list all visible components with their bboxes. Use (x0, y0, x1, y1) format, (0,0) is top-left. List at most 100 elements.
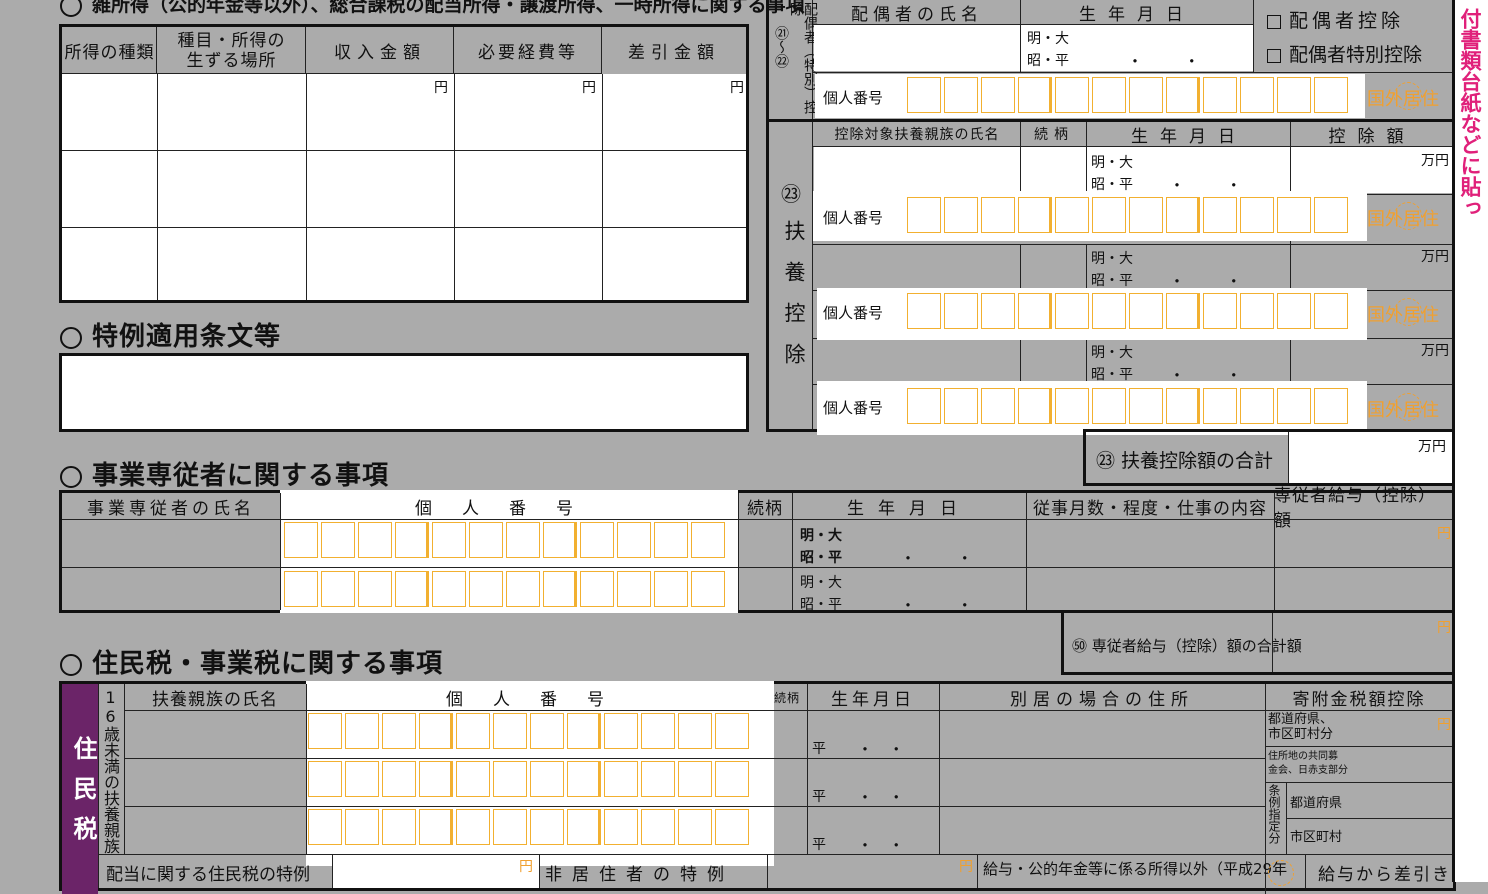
mynumber-digit-box[interactable] (1277, 77, 1311, 113)
res1-mynumber-input[interactable] (308, 713, 752, 749)
mynumber-digit-box[interactable] (1240, 293, 1274, 329)
mynumber-digit-box[interactable] (580, 522, 614, 558)
mynumber-digit-box[interactable] (382, 761, 416, 797)
dep1-name-field[interactable] (814, 147, 1020, 193)
mynumber-digit-box[interactable] (678, 761, 712, 797)
mynumber-digit-box[interactable] (456, 809, 490, 845)
mynumber-digit-box[interactable] (1129, 293, 1163, 329)
mynumber-digit-box[interactable] (1166, 293, 1200, 329)
dep1-mynumber-input[interactable] (907, 197, 1351, 233)
spouse-special-checkbox[interactable]: 配偶者特別控除 (1267, 40, 1422, 67)
mynumber-digit-box[interactable] (1018, 77, 1052, 113)
mynumber-digit-box[interactable] (617, 571, 651, 607)
mynumber-digit-box[interactable] (715, 809, 749, 845)
mynumber-digit-box[interactable] (604, 809, 638, 845)
mynumber-digit-box[interactable] (419, 809, 453, 845)
mynumber-digit-box[interactable] (944, 197, 978, 233)
mynumber-digit-box[interactable] (654, 571, 688, 607)
mynumber-digit-box[interactable] (1314, 197, 1348, 233)
misc-row-1[interactable] (62, 74, 746, 151)
mynumber-digit-box[interactable] (567, 761, 601, 797)
mynumber-digit-box[interactable] (321, 522, 355, 558)
dividend-special-field[interactable] (333, 855, 539, 888)
mynumber-digit-box[interactable] (530, 761, 564, 797)
mynumber-digit-box[interactable] (308, 713, 342, 749)
mynumber-digit-box[interactable] (469, 571, 503, 607)
mynumber-digit-box[interactable] (358, 571, 392, 607)
mynumber-digit-box[interactable] (907, 197, 941, 233)
mynumber-digit-box[interactable] (543, 571, 577, 607)
mynumber-digit-box[interactable] (654, 522, 688, 558)
mynumber-digit-box[interactable] (1129, 197, 1163, 233)
mynumber-digit-box[interactable] (1203, 197, 1237, 233)
mynumber-digit-box[interactable] (944, 388, 978, 424)
mynumber-digit-box[interactable] (308, 809, 342, 845)
mynumber-digit-box[interactable] (715, 761, 749, 797)
mynumber-digit-box[interactable] (382, 713, 416, 749)
mynumber-digit-box[interactable] (981, 388, 1015, 424)
mynumber-digit-box[interactable] (432, 522, 466, 558)
mynumber-digit-box[interactable] (419, 761, 453, 797)
dep3-mynumber-input[interactable] (907, 388, 1351, 424)
mynumber-digit-box[interactable] (1166, 197, 1200, 233)
mynumber-digit-box[interactable] (456, 761, 490, 797)
mynumber-digit-box[interactable] (493, 809, 527, 845)
mynumber-digit-box[interactable] (1092, 77, 1126, 113)
mynumber-digit-box[interactable] (1129, 77, 1163, 113)
mynumber-digit-box[interactable] (1277, 388, 1311, 424)
mynumber-digit-box[interactable] (543, 522, 577, 558)
mynumber-digit-box[interactable] (345, 761, 379, 797)
mynumber-digit-box[interactable] (567, 809, 601, 845)
mynumber-digit-box[interactable] (907, 388, 941, 424)
mynumber-digit-box[interactable] (944, 293, 978, 329)
mynumber-digit-box[interactable] (506, 522, 540, 558)
mynumber-digit-box[interactable] (678, 809, 712, 845)
mynumber-digit-box[interactable] (456, 713, 490, 749)
mynumber-digit-box[interactable] (641, 761, 675, 797)
mynumber-digit-box[interactable] (1055, 388, 1089, 424)
emp1-mynumber-input[interactable] (284, 522, 728, 558)
mynumber-digit-box[interactable] (567, 713, 601, 749)
mynumber-digit-box[interactable] (1092, 293, 1126, 329)
mynumber-digit-box[interactable] (641, 809, 675, 845)
mynumber-digit-box[interactable] (1018, 293, 1052, 329)
mynumber-digit-box[interactable] (419, 713, 453, 749)
circle-option-icon[interactable] (1268, 860, 1294, 886)
misc-row-3[interactable] (62, 228, 746, 300)
mynumber-digit-box[interactable] (1203, 388, 1237, 424)
mynumber-digit-box[interactable] (1314, 77, 1348, 113)
mynumber-digit-box[interactable] (1240, 77, 1274, 113)
mynumber-digit-box[interactable] (432, 571, 466, 607)
res2-mynumber-input[interactable] (308, 761, 752, 797)
mynumber-digit-box[interactable] (1092, 388, 1126, 424)
mynumber-digit-box[interactable] (1055, 197, 1089, 233)
mynumber-digit-box[interactable] (1018, 388, 1052, 424)
mynumber-digit-box[interactable] (321, 571, 355, 607)
mynumber-digit-box[interactable] (1018, 197, 1052, 233)
mynumber-digit-box[interactable] (1203, 293, 1237, 329)
mynumber-digit-box[interactable] (691, 522, 725, 558)
misc-row-2[interactable] (62, 151, 746, 228)
mynumber-digit-box[interactable] (493, 713, 527, 749)
mynumber-digit-box[interactable] (395, 571, 429, 607)
mynumber-digit-box[interactable] (1277, 293, 1311, 329)
mynumber-digit-box[interactable] (1092, 197, 1126, 233)
mynumber-digit-box[interactable] (1277, 197, 1311, 233)
mynumber-digit-box[interactable] (530, 713, 564, 749)
spouse-mynumber-input[interactable] (907, 77, 1351, 113)
mynumber-digit-box[interactable] (1314, 293, 1348, 329)
mynumber-digit-box[interactable] (907, 77, 941, 113)
mynumber-digit-box[interactable] (358, 522, 392, 558)
mynumber-digit-box[interactable] (506, 571, 540, 607)
mynumber-digit-box[interactable] (284, 571, 318, 607)
res3-mynumber-input[interactable] (308, 809, 752, 845)
mynumber-digit-box[interactable] (1166, 388, 1200, 424)
dep1-rel-field[interactable] (1021, 147, 1086, 193)
mynumber-digit-box[interactable] (907, 293, 941, 329)
mynumber-digit-box[interactable] (1166, 77, 1200, 113)
mynumber-digit-box[interactable] (284, 522, 318, 558)
mynumber-digit-box[interactable] (1055, 293, 1089, 329)
mynumber-digit-box[interactable] (345, 809, 379, 845)
mynumber-digit-box[interactable] (1240, 197, 1274, 233)
mynumber-digit-box[interactable] (580, 571, 614, 607)
